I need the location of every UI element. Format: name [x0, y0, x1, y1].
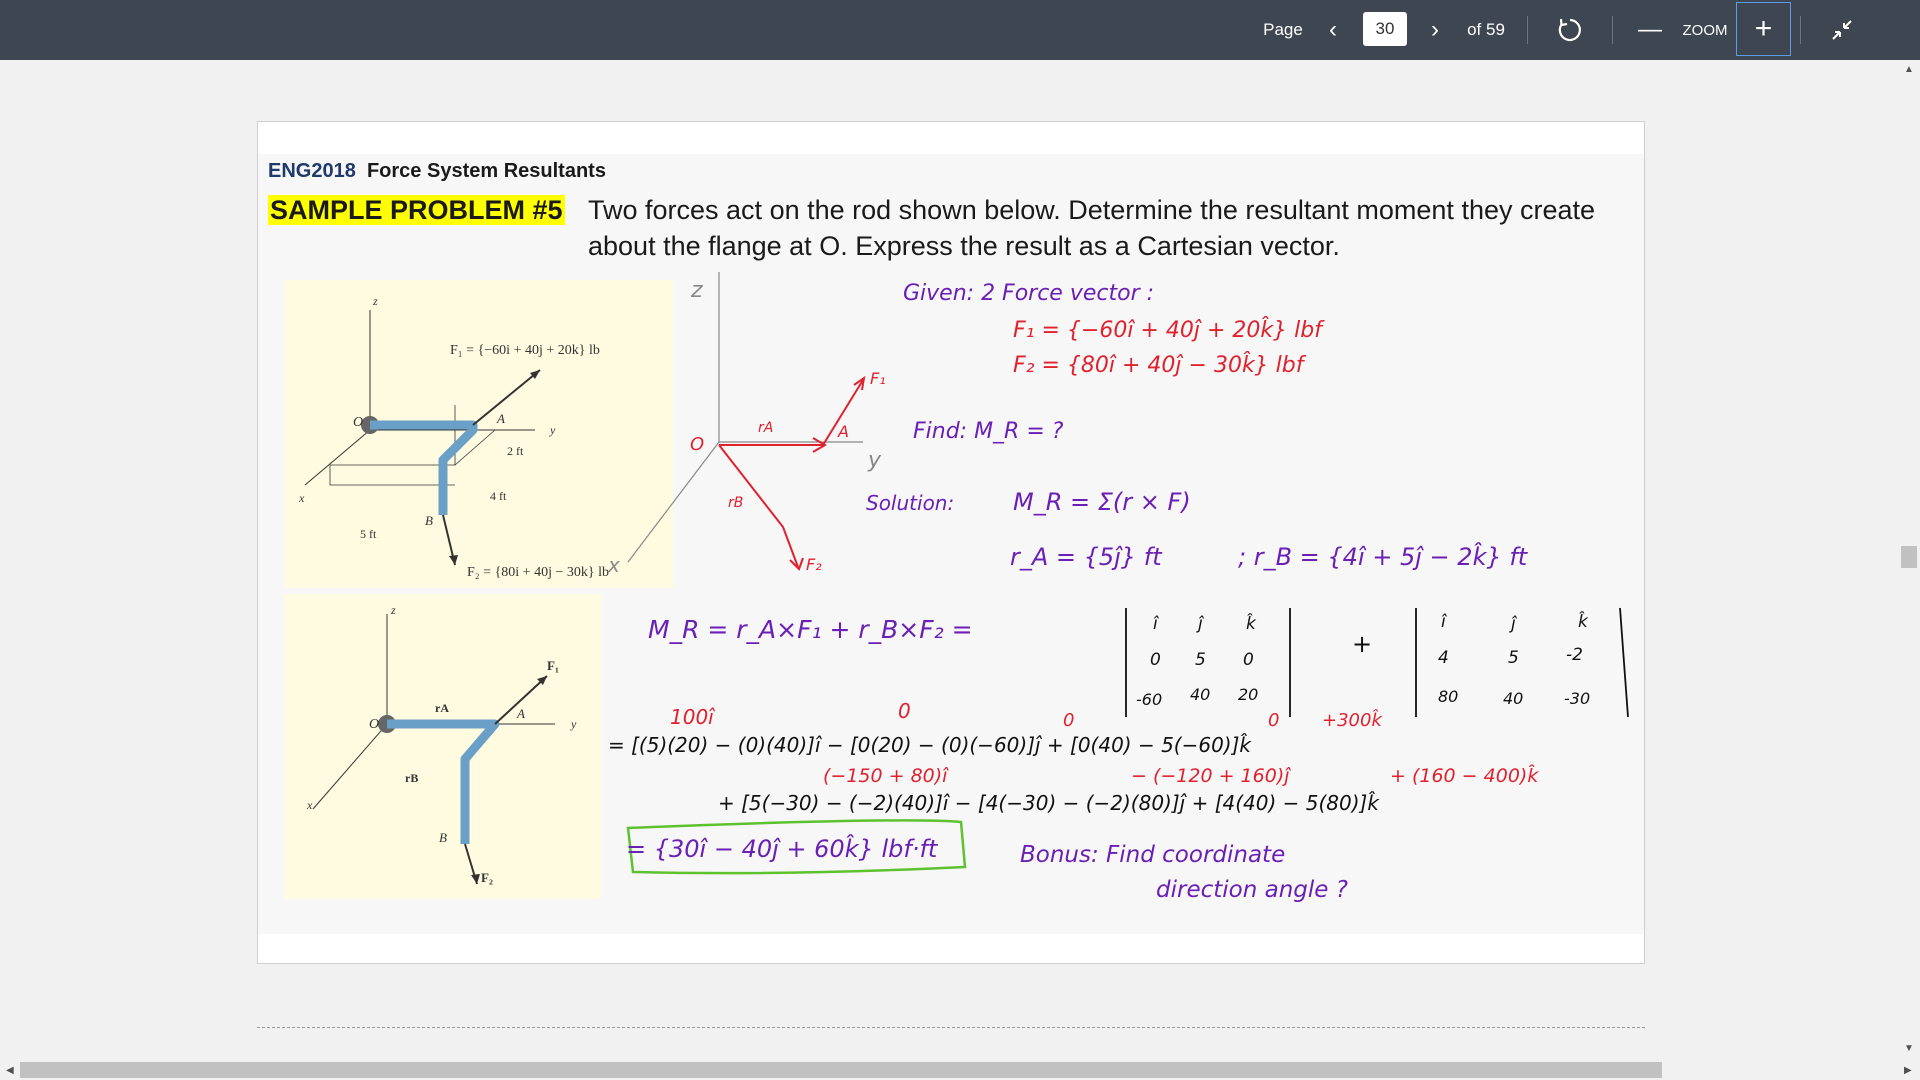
chevron-right-icon: ›	[1431, 16, 1439, 43]
red-note-j-term: − (−120 + 160)ĵ	[1131, 765, 1291, 787]
scroll-down-icon[interactable]: ▼	[1904, 1043, 1914, 1054]
det1-rx: 0	[1150, 650, 1161, 670]
sketch-vector-ra: rA	[758, 420, 773, 436]
red-note-300k: +300k̂	[1322, 710, 1383, 731]
note-position-ra: r_A = {5ĵ} ft	[1010, 543, 1163, 571]
note-expansion-line1: = [(5)(20) − (0)(40)]î − [0(20) − (0)(−6…	[608, 733, 1252, 757]
sketch-force-f1: F₁	[870, 369, 886, 388]
page-label: Page	[1263, 20, 1303, 39]
vertical-scroll-thumb[interactable]	[1901, 546, 1917, 568]
horizontal-scroll-thumb[interactable]	[20, 1062, 1662, 1078]
pdf-page: ENG2018 Force System Resultants SAMPLE P…	[257, 121, 1645, 964]
sketch-point-a: A	[837, 422, 849, 441]
rotate-button[interactable]	[1550, 0, 1590, 60]
handwritten-annotations: z y x O A rA F₁ rB F₂ Given: 2 Force vec…	[607, 272, 1629, 903]
page-count: of 59	[1467, 20, 1505, 39]
refresh-icon	[1558, 18, 1581, 42]
note-position-rb: ; r_B = {4î + 5ĵ − 2k̂} ft	[1238, 543, 1529, 571]
zoom-in-button[interactable]: +	[1736, 2, 1791, 56]
sketch-vector-rb: rB	[728, 495, 743, 511]
det1-fx: -60	[1136, 690, 1162, 709]
note-force-f1: F₁ = {−60î + 40ĵ + 20k̂} lbf	[1013, 317, 1325, 343]
note-resultant-definition: M_R = Σ(r × F)	[1013, 488, 1191, 516]
scroll-left-icon[interactable]: ◀	[6, 1065, 14, 1076]
red-note-i-term: (−150 + 80)î	[823, 765, 949, 787]
det2-fy: 40	[1503, 689, 1523, 708]
page-separator	[257, 1027, 1645, 1028]
sketch-axis-y: y	[867, 448, 882, 473]
det1-fz: 20	[1238, 685, 1258, 704]
note-bonus-line1: Bonus: Find coordinate	[1020, 842, 1285, 868]
note-find: Find: M_R = ?	[913, 419, 1064, 444]
sketch-axis-z: z	[690, 278, 703, 303]
zoom-out-button[interactable]: —	[1635, 0, 1665, 60]
red-note-zero-1: 0	[898, 699, 911, 723]
det1-i: î	[1153, 614, 1159, 634]
sketch-point-o: O	[690, 434, 704, 455]
pdf-toolbar: Page ‹ › of 59 — ZOOM +	[0, 0, 1920, 60]
red-note-zero-3: 0	[1268, 710, 1279, 731]
det2-j: ĵ	[1509, 614, 1518, 634]
note-moment-equation: M_R = r_A×F₁ + r_B×F₂ =	[648, 615, 973, 644]
det2-k: k̂	[1578, 611, 1589, 632]
note-given: Given: 2 Force vector :	[903, 281, 1154, 306]
note-expansion-line2: + [5(−30) − (−2)(40)]î − [4(−30) − (−2)(…	[718, 791, 1380, 815]
red-note-100i: 100î	[670, 705, 716, 729]
note-plus-sign: +	[1352, 630, 1372, 658]
plus-icon: +	[1754, 12, 1773, 45]
det1-k: k̂	[1246, 613, 1257, 634]
det1-rz: 0	[1243, 650, 1254, 670]
det1-j: ĵ	[1196, 614, 1205, 634]
page-number-input[interactable]	[1363, 12, 1407, 46]
zoom-label: ZOOM	[1682, 21, 1728, 39]
red-note-zero-2: 0	[1063, 710, 1074, 731]
sketch-force-f2: F₂	[806, 555, 822, 574]
next-page-button[interactable]: ›	[1420, 0, 1450, 60]
det2-rz: -2	[1566, 645, 1583, 665]
red-note-k-term: + (160 − 400)k̂	[1390, 765, 1539, 787]
exit-fullscreen-button[interactable]	[1820, 0, 1864, 60]
chevron-left-icon: ‹	[1329, 16, 1337, 43]
final-answer: = {30î − 40ĵ + 60k̂} lbf·ft	[626, 835, 939, 863]
det2-fz: -30	[1564, 689, 1590, 708]
scroll-right-icon[interactable]: ▶	[1904, 1065, 1912, 1076]
det1-fy: 40	[1190, 685, 1210, 704]
det2-i: î	[1441, 612, 1447, 632]
note-force-f2: F₂ = {80î + 40ĵ − 30k̂} lbf	[1013, 352, 1307, 378]
det2-ry: 5	[1508, 648, 1519, 668]
note-bonus-line2: direction angle ?	[1156, 877, 1348, 903]
minus-icon: —	[1638, 16, 1662, 43]
det2-fx: 80	[1438, 687, 1458, 706]
divider	[1612, 16, 1613, 44]
divider	[1527, 16, 1528, 44]
det2-rx: 4	[1438, 648, 1449, 668]
sketch-axis-x: x	[607, 553, 620, 577]
note-solution: Solution:	[866, 491, 954, 515]
divider	[1800, 16, 1801, 44]
det1-ry: 5	[1195, 650, 1206, 670]
collapse-icon	[1832, 20, 1852, 40]
previous-page-button[interactable]: ‹	[1318, 0, 1348, 60]
scroll-up-icon[interactable]: ▲	[1904, 64, 1914, 75]
